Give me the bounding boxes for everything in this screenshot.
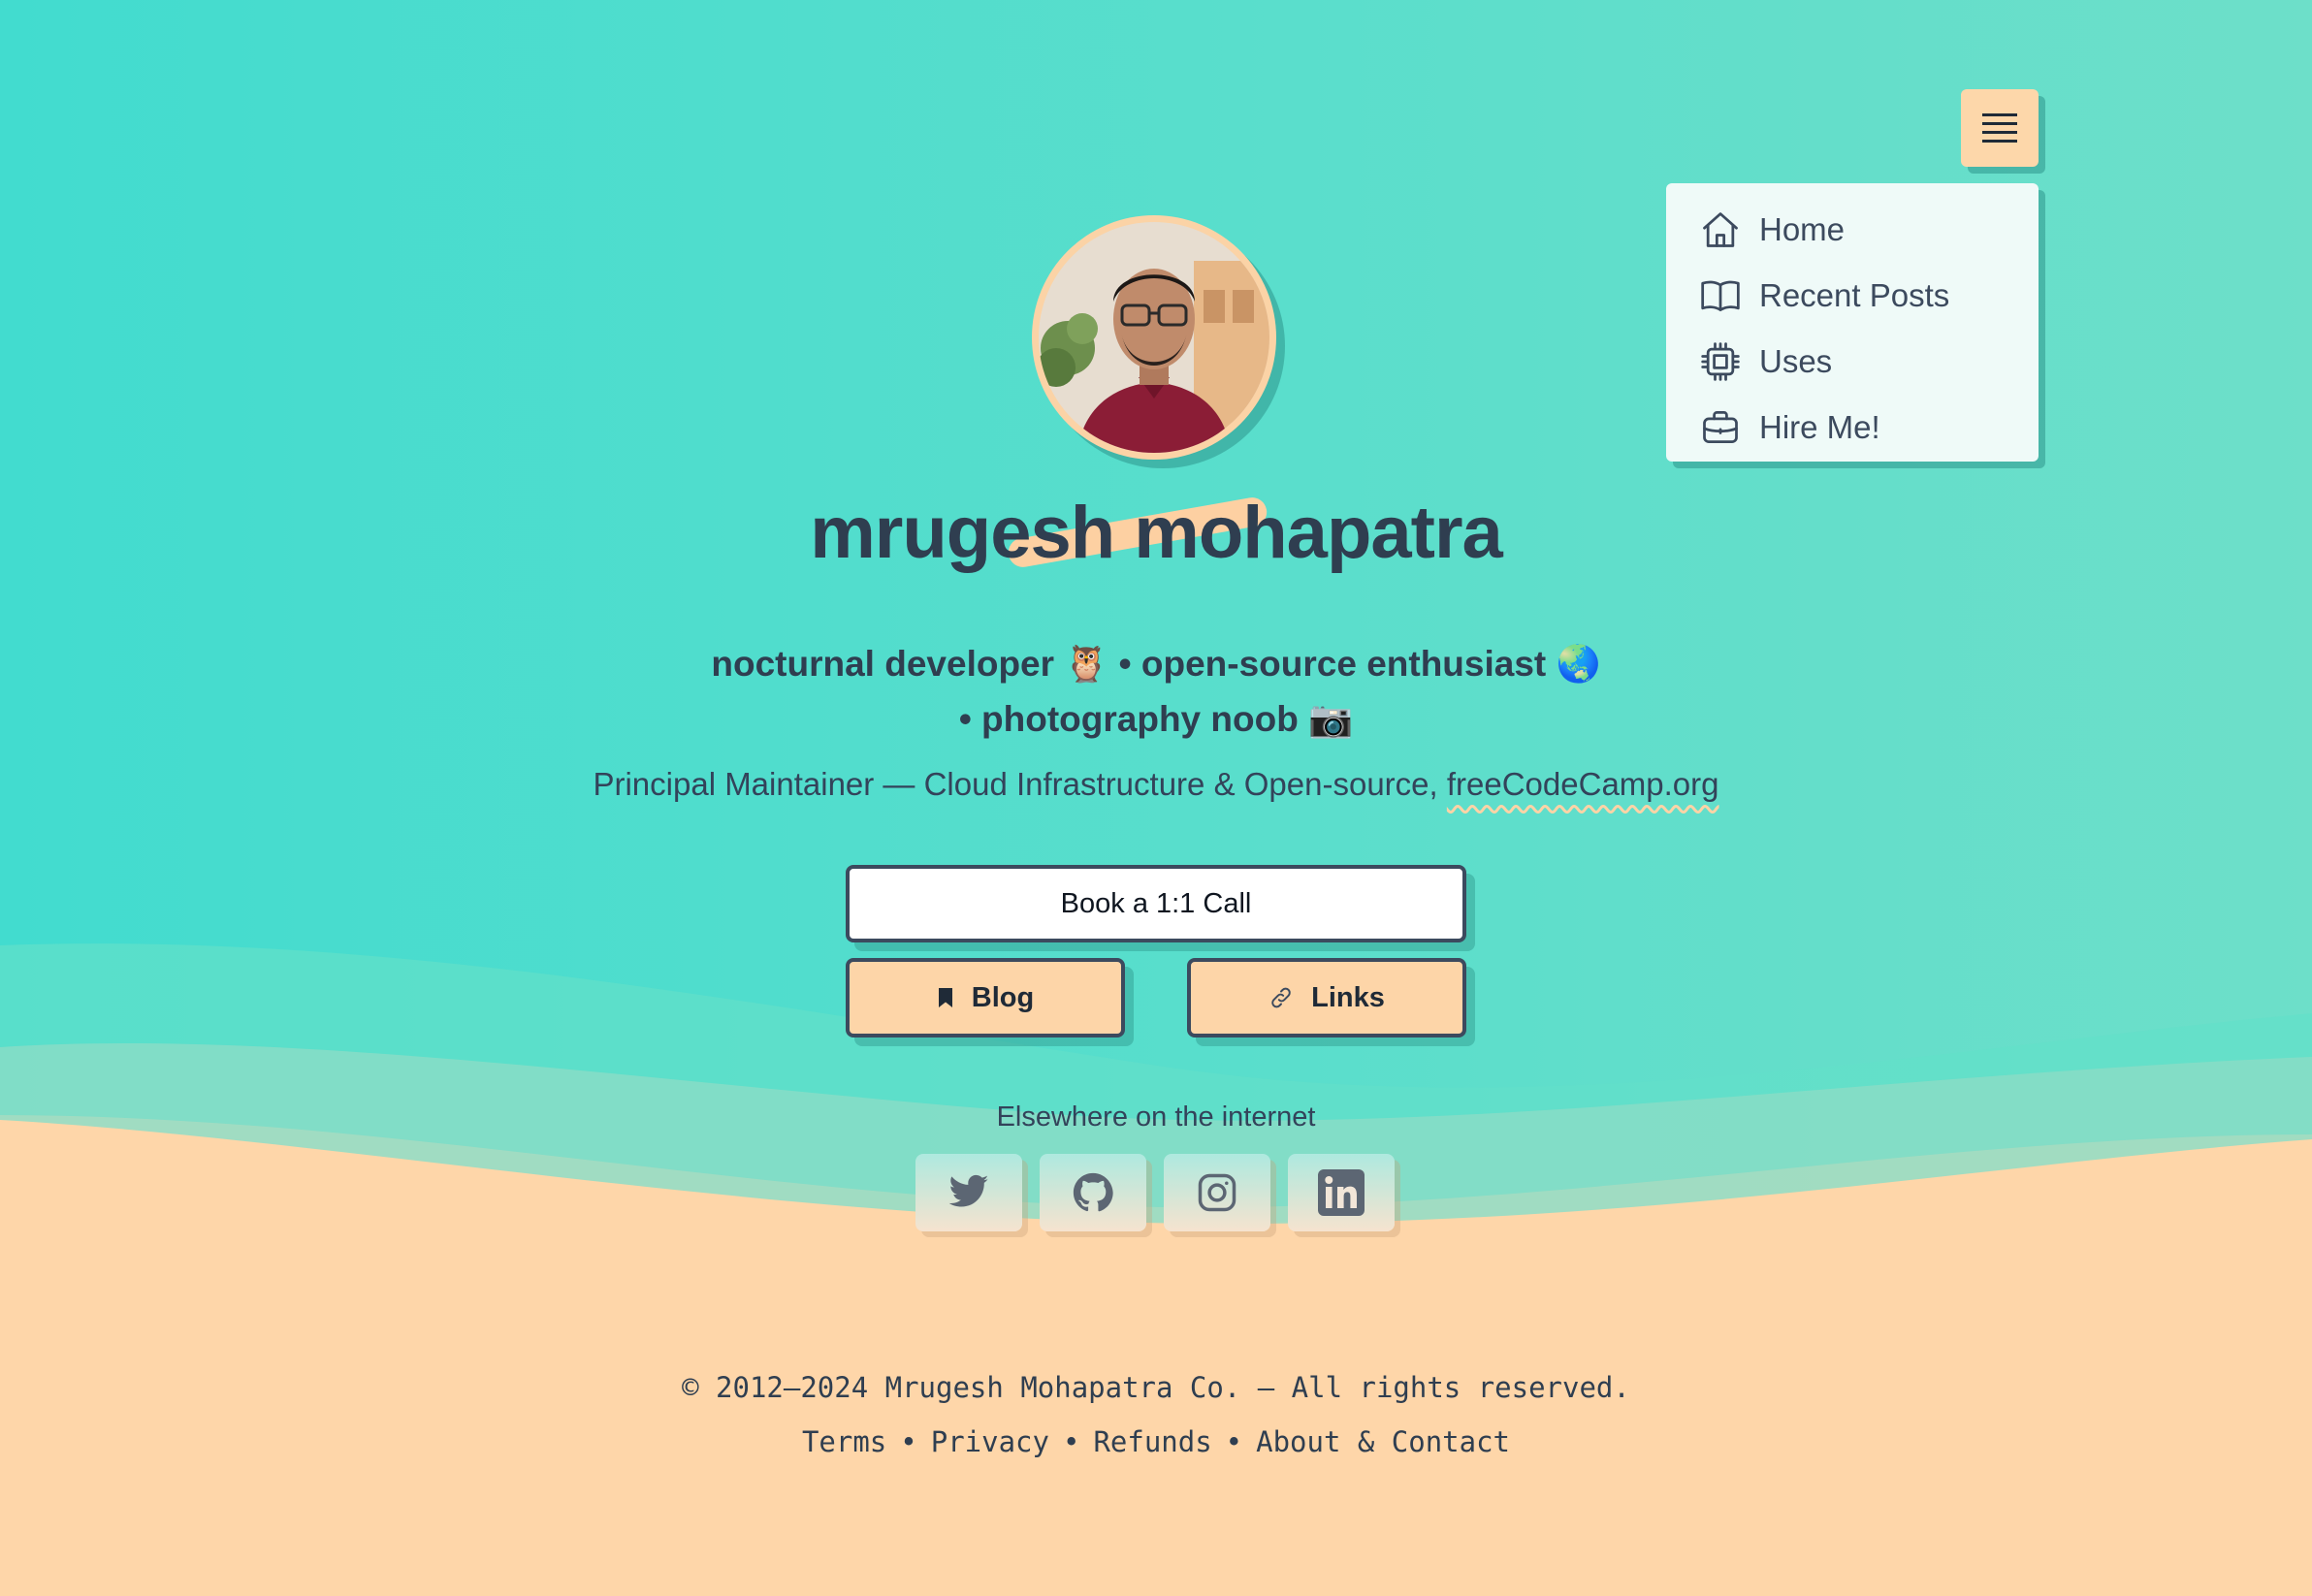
menu-item-home[interactable]: Home [1666, 197, 2039, 263]
instagram-icon [1198, 1173, 1236, 1212]
chip-icon [1701, 342, 1740, 381]
links-button[interactable]: Links [1187, 958, 1466, 1037]
links-label: Links [1311, 981, 1385, 1013]
tagline-line-1: nocturnal developer 🦉 • open-source enth… [711, 644, 1601, 684]
footer-link-terms[interactable]: Terms [802, 1425, 886, 1458]
elsewhere-heading: Elsewhere on the internet [996, 1101, 1316, 1133]
footer-link-about-contact[interactable]: About & Contact [1256, 1425, 1510, 1458]
linkedin-icon [1318, 1169, 1365, 1216]
instagram-link[interactable] [1164, 1154, 1270, 1231]
nav-dropdown: Home Recent Posts Uses Hire Me! [1666, 183, 2039, 462]
tagline-line-2: • photography noob 📷 [958, 699, 1354, 739]
hamburger-menu-button[interactable] [1961, 89, 2039, 167]
linkedin-link[interactable] [1288, 1154, 1395, 1231]
footer-copyright: © 2012–2024 Mrugesh Mohapatra Co. — All … [682, 1371, 1630, 1404]
blog-label: Blog [971, 981, 1035, 1013]
bookmark-icon [938, 988, 952, 1007]
briefcase-icon [1703, 411, 1738, 444]
role-text: Principal Maintainer — Cloud Infrastruct… [593, 766, 1447, 802]
profile-name: mrugesh mohapatra [810, 492, 1503, 574]
footer-separator: • [1062, 1425, 1080, 1458]
menu-item-label: Hire Me! [1759, 409, 1880, 445]
menu-item-hire-me[interactable]: Hire Me! [1666, 395, 2039, 461]
link-icon [1271, 987, 1291, 1008]
footer-link-refunds[interactable]: Refunds [1093, 1425, 1211, 1458]
github-link[interactable] [1040, 1154, 1146, 1231]
menu-item-label: Recent Posts [1759, 277, 1950, 313]
hamburger-icon [1982, 113, 2017, 143]
twitter-icon [948, 1174, 989, 1207]
freecodecamp-link[interactable]: freeCodeCamp.org [1447, 766, 1719, 802]
menu-item-uses[interactable]: Uses [1666, 329, 2039, 395]
footer-separator: • [900, 1425, 917, 1458]
footer-links: Terms • Privacy • Refunds • About & Contact [0, 1425, 2312, 1458]
github-icon [1073, 1172, 1113, 1212]
footer-separator: • [1225, 1425, 1243, 1458]
menu-item-recent-posts[interactable]: Recent Posts [1666, 263, 2039, 329]
tagline: nocturnal developer 🦉 • open-source enth… [0, 636, 2312, 747]
page-title: mrugesh mohapatra [0, 485, 2312, 582]
footer-link-privacy[interactable]: Privacy [931, 1425, 1049, 1458]
blog-button[interactable]: Blog [846, 958, 1125, 1037]
avatar [1032, 215, 1276, 460]
book-call-label: Book a 1:1 Call [1060, 887, 1252, 919]
book-open-icon [1701, 280, 1740, 312]
profile-photo [1039, 222, 1269, 453]
book-call-button[interactable]: Book a 1:1 Call [846, 865, 1466, 942]
menu-item-label: Uses [1759, 343, 1833, 379]
role-description: Principal Maintainer — Cloud Infrastruct… [0, 766, 2312, 803]
home-icon [1703, 212, 1738, 247]
menu-item-label: Home [1759, 211, 1846, 247]
twitter-link[interactable] [915, 1154, 1022, 1231]
